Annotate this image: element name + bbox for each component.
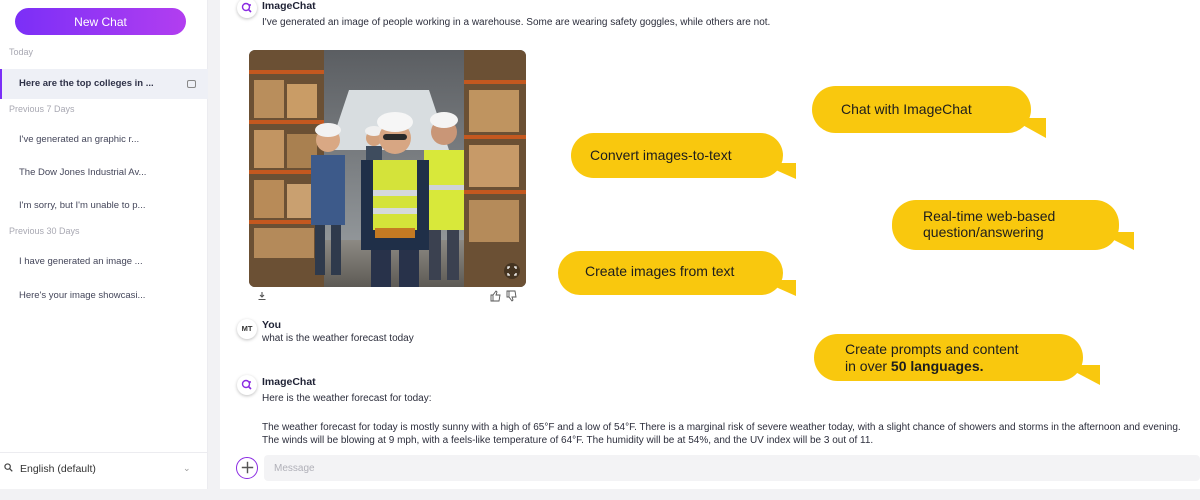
callout-tail xyxy=(1010,118,1046,138)
message-sender: You xyxy=(262,319,282,331)
history-item[interactable]: Here's your image showcasi... xyxy=(0,281,208,311)
message-text: what is the weather forecast today xyxy=(262,333,414,344)
expand-icon[interactable] xyxy=(504,263,520,279)
callout-create-images: Create images from text xyxy=(558,251,783,295)
section-label-7-days: Previous 7 Days xyxy=(9,104,75,114)
history-item-label: I'm sorry, but I'm unable to p... xyxy=(19,200,146,211)
user-avatar: MT xyxy=(237,319,257,339)
callout-chat: Chat with ImageChat xyxy=(812,86,1031,133)
callout-text-bold: 50 languages. xyxy=(890,358,984,374)
language-label: English (default) xyxy=(20,463,96,475)
chevron-down-icon: ⌄ xyxy=(183,463,191,473)
history-item-label: Here are the top colleges in ... xyxy=(19,78,154,89)
plus-icon xyxy=(241,461,253,474)
message-input[interactable] xyxy=(264,455,1200,481)
callout-tail xyxy=(760,280,796,296)
thumbs-down-icon[interactable] xyxy=(506,290,518,302)
history-item-label: I've generated an graphic r... xyxy=(19,134,140,145)
callout-tail xyxy=(1062,365,1100,385)
thumbs-up-icon[interactable] xyxy=(490,290,502,302)
history-item-label: The Dow Jones Industrial Av... xyxy=(19,167,147,178)
warehouse-workers-image xyxy=(249,50,526,287)
history-item[interactable]: I've generated an graphic r... xyxy=(0,125,208,155)
history-item[interactable]: I have generated an image ... xyxy=(0,247,208,277)
attach-button[interactable] xyxy=(236,457,258,479)
callout-text: Chat with ImageChat xyxy=(841,101,972,117)
imagechat-avatar xyxy=(237,0,257,18)
history-item-label: I have generated an image ... xyxy=(19,256,143,267)
imagechat-logo-icon xyxy=(241,2,252,13)
search-icon xyxy=(4,463,13,472)
section-label-30-days: Previous 30 Days xyxy=(9,226,80,236)
callout-convert: Convert images-to-text xyxy=(571,133,783,178)
history-item[interactable]: The Dow Jones Industrial Av... xyxy=(0,158,208,188)
history-item-label: Here's your image showcasi... xyxy=(19,290,146,301)
callout-prompts: Create prompts and content in over 50 la… xyxy=(814,334,1083,381)
message-sender: ImageChat xyxy=(262,0,316,12)
message-text: Here is the weather forecast for today: xyxy=(262,393,432,404)
checkbox-icon[interactable] xyxy=(187,80,196,88)
sidebar: New Chat Today Here are the top colleges… xyxy=(0,0,208,489)
callout-tail xyxy=(760,163,796,179)
history-item[interactable]: I'm sorry, but I'm unable to p... xyxy=(0,191,208,221)
callout-text: Real-time web-based xyxy=(923,208,1056,224)
message-text: The weather forecast for today is mostly… xyxy=(262,422,1181,446)
callout-text: Create images from text xyxy=(585,263,735,279)
section-label-today: Today xyxy=(9,47,34,57)
language-selector[interactable]: English (default) ⌄ xyxy=(0,452,208,484)
new-chat-button[interactable]: New Chat xyxy=(15,8,186,35)
generated-image[interactable] xyxy=(249,50,526,287)
imagechat-avatar xyxy=(237,375,257,395)
imagechat-logo-icon xyxy=(241,379,252,390)
callout-text: Create prompts and content xyxy=(845,341,1019,357)
callout-text: Convert images-to-text xyxy=(590,147,732,163)
message-text: I've generated an image of people workin… xyxy=(262,17,771,28)
callout-realtime: Real-time web-based question/answering xyxy=(892,200,1119,250)
callout-text-prefix: in over xyxy=(845,358,891,374)
callout-tail xyxy=(1098,232,1134,250)
download-icon[interactable] xyxy=(257,291,267,301)
history-item[interactable]: Here are the top colleges in ... xyxy=(0,69,208,99)
composer xyxy=(220,452,1200,484)
message-sender: ImageChat xyxy=(262,376,316,388)
